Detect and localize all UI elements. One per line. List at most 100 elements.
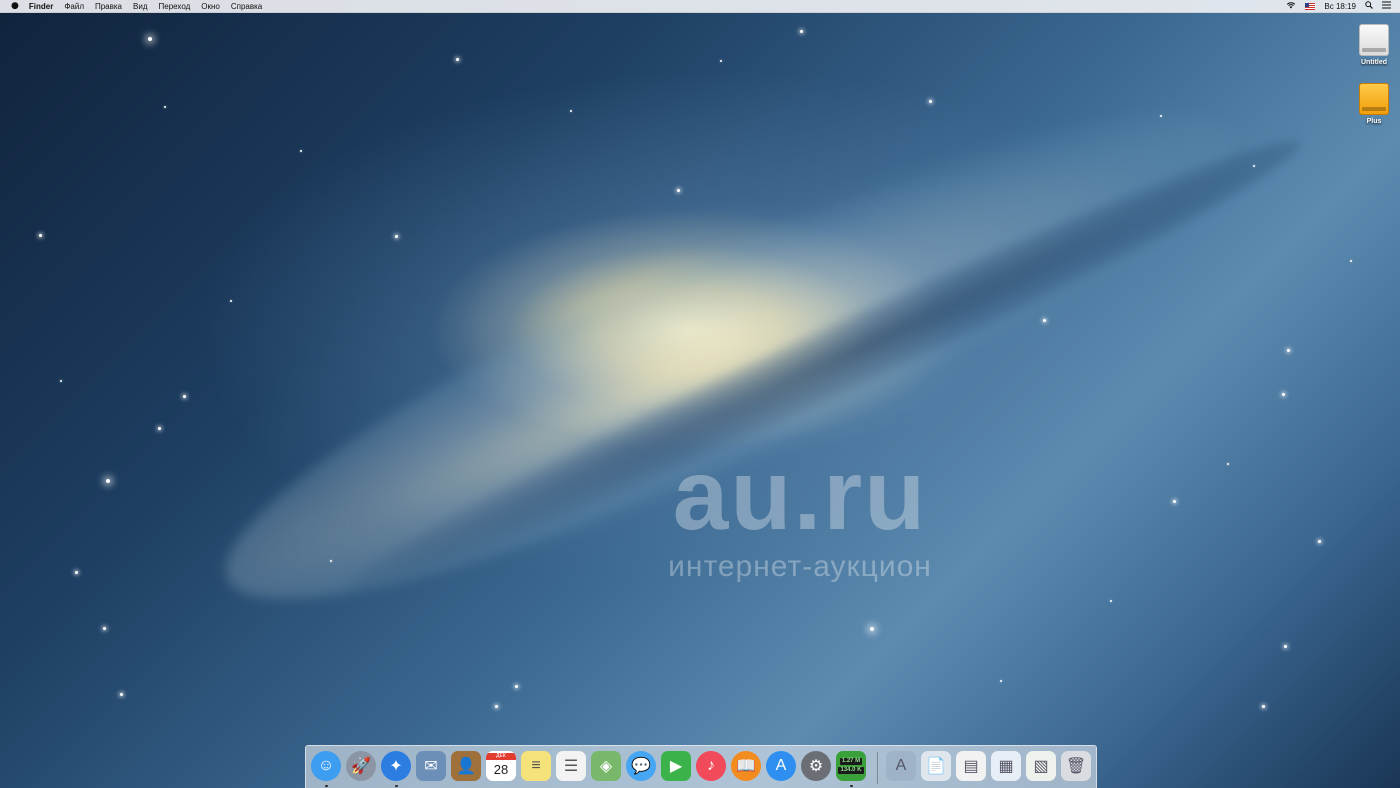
clock[interactable]: Вс 18:19 <box>1324 2 1356 11</box>
star <box>495 705 498 708</box>
notes-icon[interactable]: ≡ <box>521 751 551 781</box>
desktop-item-untitled[interactable]: Untitled <box>1349 24 1399 66</box>
star <box>1173 500 1176 503</box>
star <box>103 627 106 630</box>
dock-glyph: ≡ <box>531 757 541 774</box>
star <box>120 693 123 696</box>
dock-glyph: ✦ <box>389 758 403 775</box>
contacts-icon[interactable]: 👤 <box>451 751 481 781</box>
us-flag-icon[interactable] <box>1305 2 1316 10</box>
document-stack-icon-2[interactable]: ▦ <box>991 751 1021 781</box>
dock-glyph: 💬 <box>631 758 651 775</box>
itunes-icon[interactable]: ♪ <box>696 751 726 781</box>
menu-help[interactable]: Справка <box>231 2 262 11</box>
dock-glyph: 👤 <box>456 758 476 775</box>
star <box>1284 645 1287 648</box>
star <box>1110 600 1112 602</box>
apple-logo-icon[interactable]: ● <box>11 1 19 11</box>
star <box>515 685 518 688</box>
star <box>330 560 332 562</box>
launchpad-icon[interactable]: 🚀 <box>346 751 376 781</box>
dock-glyph: ▶ <box>669 758 683 775</box>
star <box>456 58 459 61</box>
star <box>300 150 302 152</box>
calendar-day: 28 <box>493 761 509 777</box>
star <box>570 110 572 112</box>
spotlight-search-icon[interactable] <box>1365 1 1373 11</box>
star <box>148 37 152 41</box>
watermark-tagline: интернет-аукцион <box>668 550 932 583</box>
star <box>75 571 78 574</box>
star <box>1160 115 1162 117</box>
star <box>1000 680 1002 682</box>
network-monitor-icon[interactable]: 1.27 M 134.0 K <box>836 751 866 781</box>
dock-separator <box>877 752 878 784</box>
star <box>60 380 62 382</box>
dock-glyph: A <box>895 757 907 774</box>
reminders-icon[interactable]: ☰ <box>556 751 586 781</box>
star <box>1262 705 1265 708</box>
calendar-month: ДЕК <box>486 752 516 760</box>
star <box>395 235 398 238</box>
star <box>677 189 680 192</box>
menu-go[interactable]: Переход <box>159 2 191 11</box>
mail-icon[interactable]: ✉ <box>416 751 446 781</box>
running-indicator <box>325 785 328 787</box>
safari-icon[interactable]: ✦ <box>381 751 411 781</box>
menu-view[interactable]: Вид <box>133 2 147 11</box>
star <box>230 300 232 302</box>
star <box>1227 463 1229 465</box>
dock-glyph: ✉ <box>424 758 438 775</box>
external-drive-icon <box>1359 83 1389 115</box>
desktop[interactable]: ● Finder Файл Правка Вид Переход Окно Сп… <box>0 0 1400 788</box>
trash-icon[interactable]: 🗑 <box>1061 751 1091 781</box>
star <box>1253 165 1255 167</box>
finder-icon[interactable]: ☺ <box>311 751 341 781</box>
facetime-icon[interactable]: ▶ <box>661 751 691 781</box>
running-indicator <box>850 785 853 787</box>
star <box>1043 319 1046 322</box>
wifi-icon[interactable] <box>1286 1 1296 11</box>
hard-drive-icon <box>1359 24 1389 56</box>
watermark: au.ru интернет-аукцион <box>630 440 970 584</box>
documents-stack-icon[interactable]: 📄 <box>921 751 951 781</box>
star <box>1287 349 1290 352</box>
desktop-item-label: Untitled <box>1360 59 1388 66</box>
system-preferences-icon[interactable]: ⚙ <box>801 751 831 781</box>
menu-window[interactable]: Окно <box>201 2 220 11</box>
downloads-stack-icon[interactable]: ▧ <box>1026 751 1056 781</box>
dock-glyph: 🗑 <box>1065 758 1087 775</box>
applications-folder-icon[interactable]: A <box>886 751 916 781</box>
upload-rate: 1.27 M <box>839 758 863 765</box>
calendar-icon[interactable]: ДЕК 28 <box>486 751 516 781</box>
star <box>39 234 42 237</box>
menu-edit[interactable]: Правка <box>95 2 122 11</box>
download-rate: 134.0 K <box>838 767 864 774</box>
menu-file[interactable]: Файл <box>64 2 84 11</box>
messages-icon[interactable]: 💬 <box>626 751 656 781</box>
star <box>1282 393 1285 396</box>
star <box>929 100 932 103</box>
star <box>158 427 161 430</box>
dock-glyph: ▦ <box>998 758 1014 775</box>
desktop-item-plus[interactable]: Plus <box>1349 83 1399 125</box>
dock-glyph: A <box>775 757 787 774</box>
menu-bar: ● Finder Файл Правка Вид Переход Окно Сп… <box>0 0 1400 13</box>
dock-glyph: ⚙ <box>808 758 824 775</box>
star <box>1350 260 1352 262</box>
dock-glyph: 🚀 <box>351 758 371 775</box>
dock-glyph: ◈ <box>599 758 613 775</box>
app-store-icon[interactable]: A <box>766 751 796 781</box>
star <box>870 627 874 631</box>
dock: ☺ 🚀 ✦ ✉ 👤 ДЕК 28 ≡ ☰ ◈ 💬 ▶ ♪ 📖 A ⚙ 1.27 M 134.0 K A 📄 ▤ ▦ ▧ 🗑 <box>305 745 1097 788</box>
menu-app-name[interactable]: Finder <box>29 2 53 11</box>
desktop-item-label: Plus <box>1366 118 1382 125</box>
ibooks-icon[interactable]: 📖 <box>731 751 761 781</box>
dock-glyph: ▤ <box>963 758 979 775</box>
star <box>720 60 722 62</box>
notification-center-icon[interactable] <box>1382 1 1391 11</box>
document-stack-icon-1[interactable]: ▤ <box>956 751 986 781</box>
dock-glyph: ♪ <box>707 757 715 774</box>
dock-glyph: 📄 <box>926 758 946 775</box>
maps-icon[interactable]: ◈ <box>591 751 621 781</box>
